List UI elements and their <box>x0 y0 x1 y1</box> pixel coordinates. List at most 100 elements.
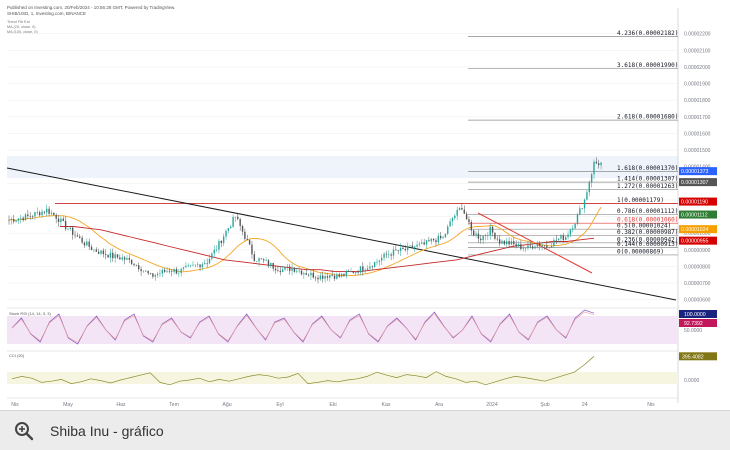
candle-body <box>277 270 279 271</box>
candle-body <box>475 233 477 236</box>
candle-body <box>218 240 220 250</box>
candle-body <box>588 182 590 193</box>
caption-bar: Shiba Inu - gráfico <box>0 410 730 450</box>
osc-level-label: 0.0000 <box>684 378 700 384</box>
candle-body <box>41 211 43 216</box>
header-line-3: Trend Fib Ext <box>7 20 31 24</box>
candle-body <box>95 249 97 252</box>
candle-body <box>324 276 326 279</box>
candle-body <box>289 266 291 271</box>
descending-trend-line <box>6 167 677 301</box>
y-tick-label: 0.00000900 <box>684 248 711 254</box>
candle-body <box>501 240 503 244</box>
candle-body <box>355 271 357 273</box>
caption-title: Shiba Inu - gráfico <box>50 422 164 439</box>
candle-body <box>539 243 541 246</box>
candle-body <box>244 231 246 239</box>
magnifier-plus-icon[interactable] <box>10 417 38 445</box>
candle-body <box>520 244 522 250</box>
candle-body <box>444 233 447 238</box>
price-badge-text: 0.00001307 <box>681 180 709 186</box>
candle-body <box>88 241 90 247</box>
candle-body <box>331 274 333 276</box>
candle-body <box>10 219 13 220</box>
candle-body <box>442 237 444 239</box>
candle-body <box>531 246 534 249</box>
candle-body <box>329 274 331 278</box>
candle-body <box>347 271 350 272</box>
candle-body <box>312 272 314 278</box>
candle-body <box>338 274 340 277</box>
candle-body <box>314 277 317 279</box>
candle-body <box>208 258 211 264</box>
candle-body <box>491 226 494 233</box>
candle-body <box>171 271 173 272</box>
candle-body <box>598 163 600 166</box>
candle-body <box>576 214 579 225</box>
candle-body <box>340 273 343 277</box>
candle-body <box>437 235 440 243</box>
candle-body <box>560 235 562 239</box>
candle-body <box>293 268 296 272</box>
x-tick-label: 24 <box>582 402 588 408</box>
candle-body <box>279 270 281 273</box>
candle-body <box>97 251 100 254</box>
candle-body <box>586 192 588 200</box>
candle-body <box>145 270 147 272</box>
candle-body <box>69 227 72 229</box>
candle-body <box>317 277 319 280</box>
candle-body <box>303 273 305 275</box>
candle-body <box>562 235 565 240</box>
candle-body <box>465 213 468 220</box>
x-tick-label: Nis <box>647 402 655 408</box>
candle-body <box>178 272 180 274</box>
candle-body <box>291 268 293 271</box>
candle-body <box>258 258 260 262</box>
candle-body <box>57 218 60 223</box>
candle-body <box>8 219 10 221</box>
candle-body <box>189 264 192 266</box>
candle-body <box>248 239 251 245</box>
candle-body <box>430 238 432 242</box>
candle-body <box>534 246 536 249</box>
candle-body <box>454 215 456 219</box>
candle-body <box>371 266 373 268</box>
candle-body <box>425 240 428 245</box>
candle-body <box>536 243 539 247</box>
candle-body <box>286 266 289 268</box>
candle-body <box>20 217 22 219</box>
candle-body <box>470 222 473 231</box>
fib-label: 1.414(0.00001307) <box>617 176 678 183</box>
candle-body <box>239 219 241 226</box>
candle-body <box>496 238 498 240</box>
candle-body <box>123 257 126 260</box>
candle-body <box>13 219 15 222</box>
candle-body <box>515 244 517 247</box>
x-tick-label: Şub <box>540 402 549 408</box>
candle-body <box>50 212 53 214</box>
candle-body <box>343 273 345 276</box>
y-tick-label: 0.00002000 <box>684 65 711 71</box>
fib-label: 0.382(0.00000987) <box>617 229 678 236</box>
candle-body <box>359 266 362 273</box>
candle-body <box>265 260 267 261</box>
candle-body <box>579 208 581 215</box>
candle-body <box>22 217 24 221</box>
candle-body <box>383 253 385 258</box>
ma-20-line <box>8 206 602 277</box>
candle-body <box>416 244 418 247</box>
candle-body <box>406 245 409 251</box>
candle-body <box>395 249 397 251</box>
candle-body <box>38 212 41 216</box>
candle-body <box>550 246 553 248</box>
candle-body <box>378 260 381 262</box>
candle-body <box>220 240 222 244</box>
x-tick-label: Kas <box>382 402 391 408</box>
fibonacci-levels: 4.236(0.00002182) 3.618(0.00001990) 2.618(… <box>55 30 678 255</box>
candle-body <box>524 248 527 249</box>
oscillator-pane: CCI (20) 395.4082 0.0000 <box>7 350 717 386</box>
candle-body <box>553 239 555 247</box>
candle-body <box>527 245 529 249</box>
moving-averages <box>8 206 602 277</box>
candle-body <box>140 269 142 272</box>
